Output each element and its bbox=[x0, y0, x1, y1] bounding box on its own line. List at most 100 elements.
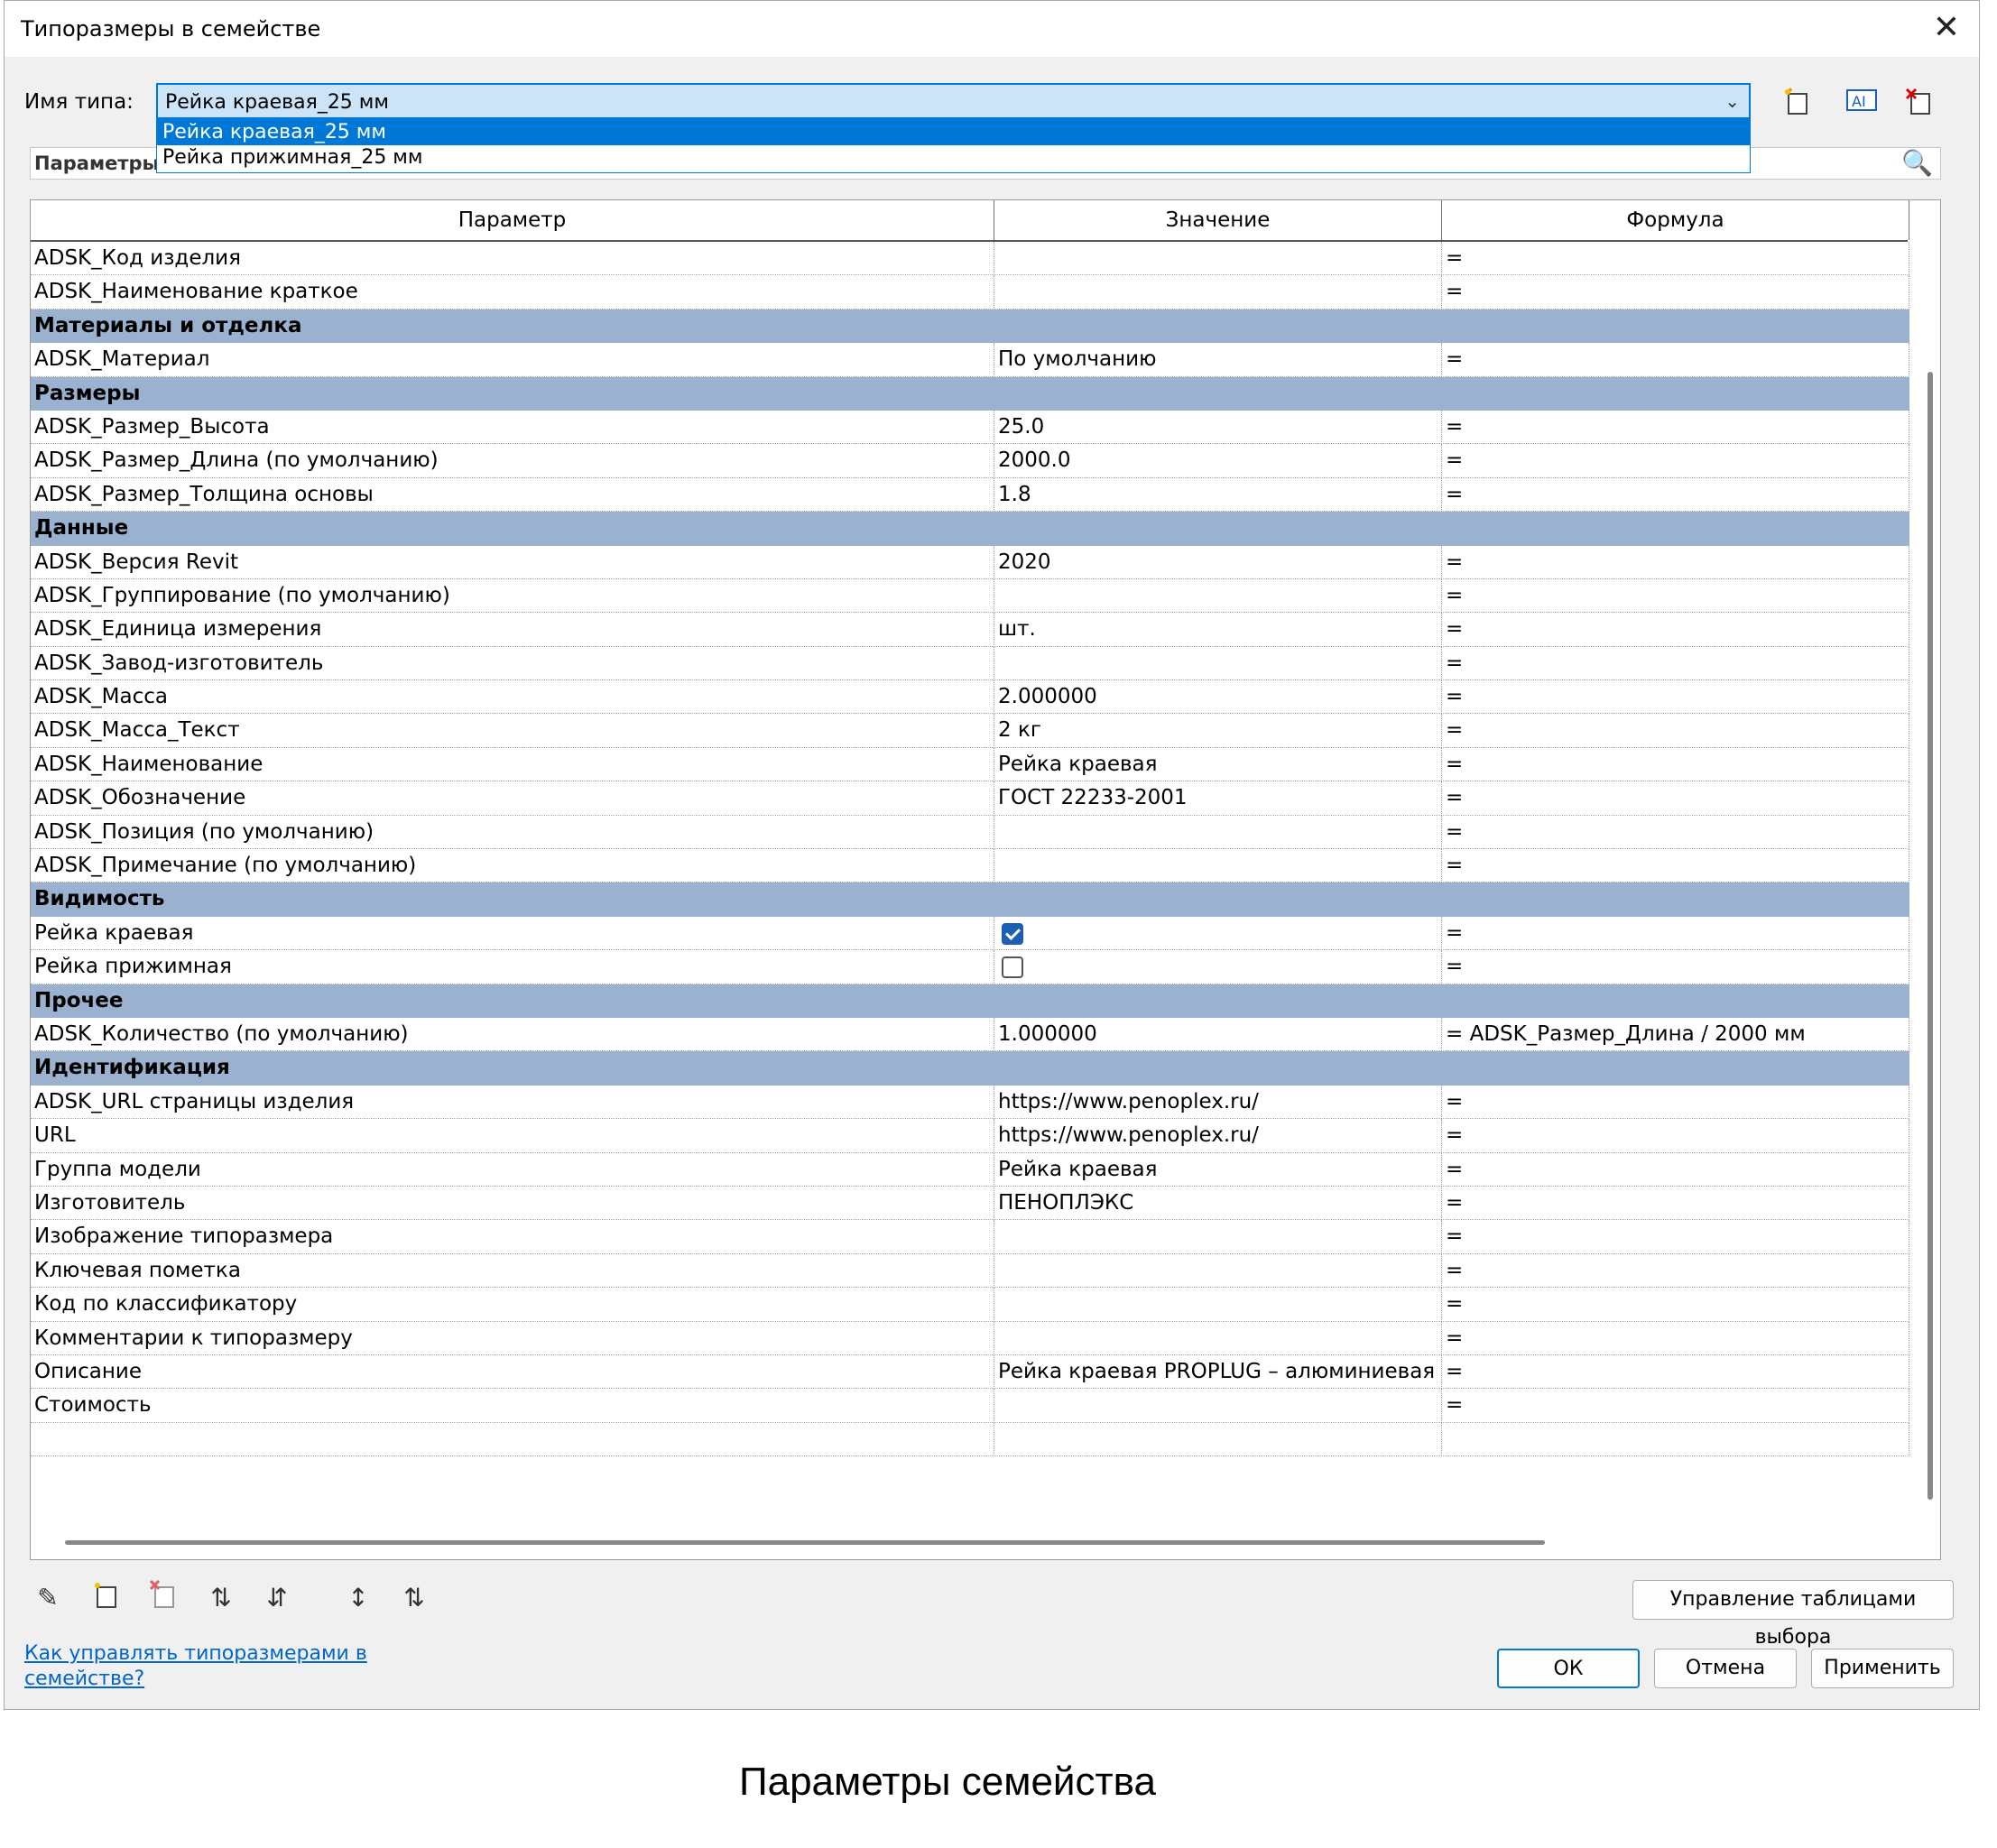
parameter-value-cell[interactable] bbox=[994, 242, 1442, 276]
parameter-formula-cell[interactable]: = bbox=[1442, 242, 1909, 276]
parameter-value-cell[interactable]: По умолчанию bbox=[994, 343, 1442, 377]
parameter-value-cell[interactable]: шт. bbox=[994, 613, 1442, 647]
parameter-formula-cell[interactable]: = bbox=[1442, 1354, 1909, 1390]
parameter-row[interactable]: ADSK_Материал По умолчанию = bbox=[31, 343, 1909, 377]
parameter-formula-cell[interactable]: = bbox=[1442, 916, 1909, 951]
parameter-formula-cell[interactable]: = bbox=[1442, 410, 1909, 445]
type-name-select[interactable]: Рейка краевая_25 мм ⌄ bbox=[156, 83, 1751, 119]
parameter-value-cell[interactable] bbox=[994, 1253, 1442, 1289]
parameter-value-cell[interactable]: 2000.0 bbox=[994, 444, 1442, 478]
parameter-row[interactable]: ADSK_Позиция (по умолчанию) = bbox=[31, 815, 1909, 850]
move-down-icon[interactable]: ⇵ bbox=[259, 1580, 295, 1616]
parameter-row[interactable]: ADSK_Масса 2.000000 = bbox=[31, 680, 1909, 715]
cancel-button[interactable]: Отмена bbox=[1654, 1649, 1797, 1688]
parameter-formula-cell[interactable]: = bbox=[1442, 781, 1909, 816]
chevron-down-icon[interactable]: ⌄ bbox=[1724, 90, 1740, 112]
manage-lookup-tables-button[interactable]: Управление таблицами выбора bbox=[1632, 1580, 1954, 1649]
parameter-formula-cell[interactable]: = bbox=[1442, 578, 1909, 614]
parameter-row[interactable]: ADSK_Размер_Высота 25.0 = bbox=[31, 410, 1909, 445]
parameter-formula-cell[interactable]: = bbox=[1442, 1085, 1909, 1120]
parameter-row[interactable]: ADSK_Количество (по умолчанию) 1.000000 = … bbox=[31, 1017, 1909, 1052]
parameter-formula-cell[interactable]: = bbox=[1442, 815, 1909, 850]
parameter-formula-cell[interactable]: = ADSK_Размер_Длина / 2000 мм bbox=[1442, 1017, 1909, 1052]
delete-type-icon[interactable] bbox=[1903, 88, 1936, 120]
parameter-row[interactable]: ADSK_Наименование Рейка краевая = bbox=[31, 747, 1909, 782]
parameter-row[interactable]: Код по классификатору = bbox=[31, 1288, 1909, 1322]
parameter-value-cell[interactable] bbox=[994, 1321, 1442, 1355]
parameter-row[interactable]: ADSK_Группирование (по умолчанию) = bbox=[31, 578, 1909, 614]
horizontal-scrollbar[interactable] bbox=[65, 1540, 1545, 1545]
parameter-value-cell[interactable] bbox=[994, 275, 1442, 310]
type-option[interactable]: Рейка прижимная_25 мм bbox=[157, 145, 1750, 171]
parameter-value-cell[interactable]: Рейка краевая bbox=[994, 1152, 1442, 1187]
parameter-row[interactable]: ADSK_URL страницы изделия https://www.pen… bbox=[31, 1085, 1909, 1120]
parameter-formula-cell[interactable]: = bbox=[1442, 1288, 1909, 1322]
parameter-row[interactable]: Изображение типоразмера = bbox=[31, 1220, 1909, 1254]
parameter-formula-cell[interactable]: = bbox=[1442, 1253, 1909, 1289]
parameter-row[interactable]: Ключевая пометка = bbox=[31, 1253, 1909, 1289]
parameter-formula-cell[interactable]: = bbox=[1442, 1389, 1909, 1423]
parameter-value-cell[interactable]: 2.000000 bbox=[994, 680, 1442, 715]
pencil-icon[interactable]: ✎ bbox=[30, 1580, 66, 1616]
sort-asc-icon[interactable]: ↕ bbox=[340, 1580, 376, 1616]
parameter-row[interactable]: ADSK_Примечание (по умолчанию) = bbox=[31, 849, 1909, 883]
parameter-row[interactable]: ADSK_Масса_Текст 2 кг = bbox=[31, 714, 1909, 748]
parameter-formula-cell[interactable]: = bbox=[1442, 950, 1909, 984]
parameter-value-cell[interactable]: 25.0 bbox=[994, 410, 1442, 445]
parameter-formula-cell[interactable]: = bbox=[1442, 680, 1909, 715]
parameter-row[interactable]: ADSK_Версия Revit 2020 = bbox=[31, 545, 1909, 579]
sort-desc-icon[interactable]: ⇅ bbox=[396, 1580, 432, 1616]
group-header-row[interactable]: Идентификация bbox=[31, 1051, 1909, 1086]
parameter-formula-cell[interactable]: = bbox=[1442, 545, 1909, 579]
parameter-row[interactable] bbox=[31, 1422, 1909, 1457]
parameter-row[interactable]: Стоимость = bbox=[31, 1389, 1909, 1423]
column-header-parameter[interactable]: Параметр bbox=[31, 200, 994, 240]
parameter-formula-cell[interactable]: = bbox=[1442, 444, 1909, 478]
parameter-formula-cell[interactable]: = bbox=[1442, 1119, 1909, 1153]
parameter-value-cell[interactable] bbox=[994, 815, 1442, 850]
apply-button[interactable]: Применить bbox=[1811, 1649, 1954, 1688]
vertical-scrollbar[interactable] bbox=[1928, 372, 1933, 1500]
parameter-formula-cell[interactable]: = bbox=[1442, 1152, 1909, 1187]
parameter-formula-cell[interactable] bbox=[1442, 1422, 1909, 1457]
parameter-row[interactable]: ADSK_Наименование краткое = bbox=[31, 275, 1909, 310]
parameter-formula-cell[interactable]: = bbox=[1442, 849, 1909, 883]
group-header-row[interactable]: Данные bbox=[31, 512, 1909, 546]
group-header-row[interactable]: Прочее bbox=[31, 984, 1909, 1018]
parameter-row[interactable]: ADSK_Размер_Толщина основы 1.8 = bbox=[31, 477, 1909, 513]
parameter-value-cell[interactable] bbox=[994, 578, 1442, 614]
parameter-value-cell[interactable] bbox=[994, 1220, 1442, 1254]
parameter-value-cell[interactable] bbox=[994, 1422, 1442, 1457]
delete-param-icon[interactable] bbox=[145, 1579, 181, 1616]
parameter-row[interactable]: URL https://www.penoplex.ru/= bbox=[31, 1119, 1909, 1153]
value-checkbox-cell[interactable] bbox=[994, 916, 1442, 951]
parameter-row[interactable]: ADSK_Обозначение ГОСТ 22233-2001 = bbox=[31, 781, 1909, 816]
parameter-row[interactable]: ADSK_Код изделия = bbox=[31, 242, 1909, 276]
parameter-value-cell[interactable]: 2020 bbox=[994, 545, 1442, 579]
checkbox-unchecked[interactable] bbox=[1002, 956, 1023, 979]
parameter-formula-cell[interactable]: = bbox=[1442, 1186, 1909, 1221]
parameter-value-cell[interactable]: Рейка краевая PROPLUG – алюминиевая р bbox=[994, 1354, 1442, 1390]
close-icon[interactable]: ✕ bbox=[1928, 10, 1965, 46]
column-header-formula[interactable]: Формула bbox=[1442, 200, 1909, 240]
checkbox-checked[interactable] bbox=[1002, 922, 1023, 945]
parameter-value-cell[interactable]: 1.000000 bbox=[994, 1017, 1442, 1052]
parameter-row[interactable]: ADSK_Единица измерения шт. = bbox=[31, 613, 1909, 647]
parameter-row[interactable]: ADSK_Размер_Длина (по умолчанию) 2000.0 = bbox=[31, 444, 1909, 478]
column-header-value[interactable]: Значение bbox=[994, 200, 1442, 240]
parameter-formula-cell[interactable]: = bbox=[1442, 714, 1909, 748]
parameter-value-cell[interactable]: Рейка краевая bbox=[994, 747, 1442, 782]
parameter-row[interactable]: Рейка краевая = bbox=[31, 916, 1909, 951]
parameter-value-cell[interactable] bbox=[994, 849, 1442, 883]
parameter-row[interactable]: Описание Рейка краевая PROPLUG – алюминие… bbox=[31, 1354, 1909, 1390]
group-header-row[interactable]: Размеры bbox=[31, 376, 1909, 411]
move-up-icon[interactable]: ⇅ bbox=[203, 1580, 239, 1616]
parameter-row[interactable]: Рейка прижимная = bbox=[31, 950, 1909, 984]
parameter-value-cell[interactable]: https://www.penoplex.ru/ bbox=[994, 1119, 1442, 1153]
parameter-formula-cell[interactable]: = bbox=[1442, 747, 1909, 782]
parameter-value-cell[interactable]: https://www.penoplex.ru/ bbox=[994, 1085, 1442, 1120]
type-option[interactable]: Рейка краевая_25 мм bbox=[157, 120, 1750, 145]
parameter-formula-cell[interactable]: = bbox=[1442, 1220, 1909, 1254]
parameter-formula-cell[interactable]: = bbox=[1442, 1321, 1909, 1355]
parameter-row[interactable]: Комментарии к типоразмеру = bbox=[31, 1321, 1909, 1355]
